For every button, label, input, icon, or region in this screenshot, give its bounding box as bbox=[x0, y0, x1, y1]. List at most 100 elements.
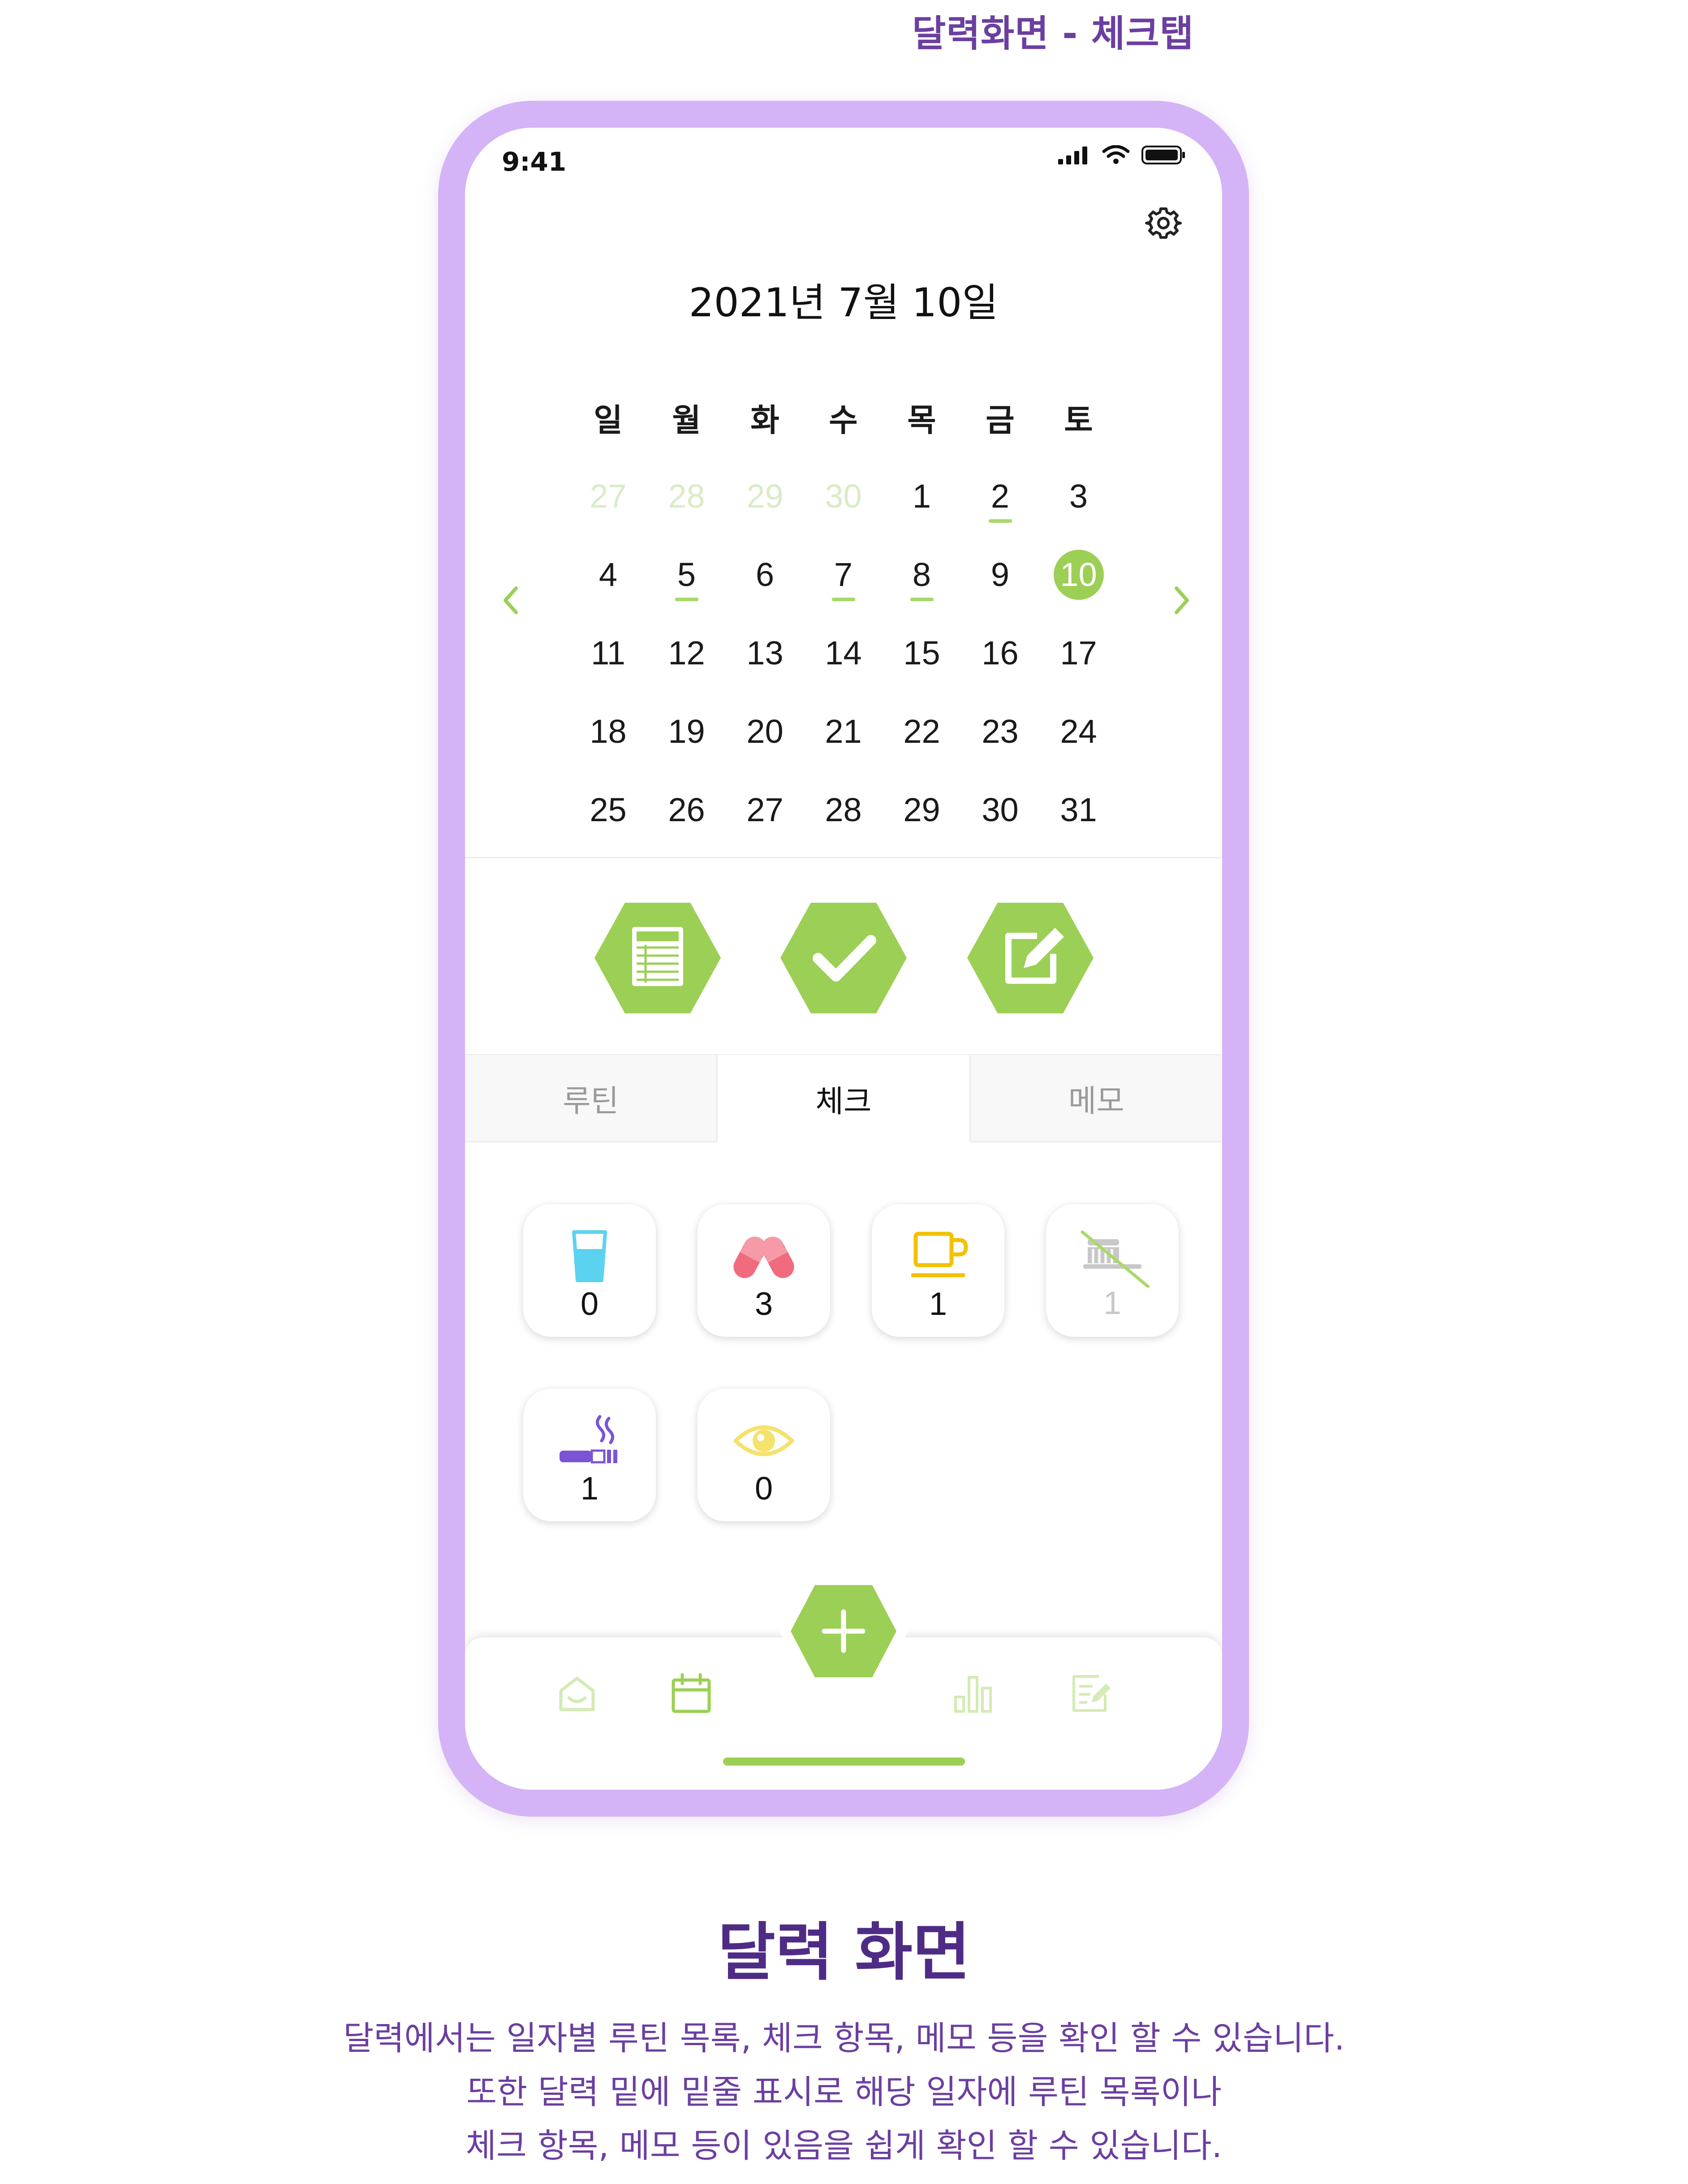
check-item-cigarette[interactable]: 1 bbox=[523, 1389, 656, 1521]
calendar-day-number: 20 bbox=[746, 713, 784, 750]
caption-line: 달력에서는 일자별 루틴 목록, 체크 항목, 메모 등을 확인 할 수 있습니… bbox=[343, 2019, 1345, 2058]
settings-gear-icon[interactable] bbox=[1144, 204, 1183, 242]
tab-bar: 루틴 체크 메모 bbox=[465, 1055, 1222, 1142]
calendar-day-number: 21 bbox=[825, 713, 862, 750]
calendar-day[interactable]: 13 bbox=[726, 614, 804, 692]
calendar-day[interactable]: 2 bbox=[961, 457, 1039, 535]
water-glass-icon bbox=[572, 1230, 607, 1282]
prev-month-chevron-icon[interactable] bbox=[497, 580, 524, 620]
calendar-day-number: 30 bbox=[982, 791, 1019, 828]
phone-frame: 9:41 2021년 7월 10일 일 월 화 수 목 금 토 27 28 29… bbox=[438, 101, 1249, 1817]
calendar-day[interactable]: 28 bbox=[804, 771, 883, 849]
check-item-pills[interactable]: 3 bbox=[698, 1204, 830, 1337]
calendar-day-number: 19 bbox=[668, 713, 705, 750]
calendar-day[interactable]: 8 bbox=[883, 535, 961, 614]
calendar-day[interactable]: 4 bbox=[569, 535, 647, 614]
next-month-chevron-icon[interactable] bbox=[1168, 580, 1195, 620]
calendar-day[interactable]: 30 bbox=[804, 457, 883, 535]
calendar-day[interactable]: 11 bbox=[569, 614, 647, 692]
calendar-day[interactable]: 17 bbox=[1039, 614, 1118, 692]
calendar-day-marker bbox=[675, 598, 698, 601]
check-item-count: 1 bbox=[1103, 1285, 1122, 1321]
calendar-grid: 일 월 화 수 목 금 토 27 28 29 30 1 2 3 4 5 6 7 8 9 10 11 12 13 14 15 16 17… bbox=[569, 379, 1118, 849]
weekday-label: 금 bbox=[986, 402, 1015, 439]
caption-text: 달력에서는 일자별 루틴 목록, 체크 항목, 메모 등을 확인 할 수 있습니… bbox=[0, 2012, 1688, 2173]
weekday-label: 토 bbox=[1064, 402, 1093, 439]
calendar-day-selected[interactable]: 10 bbox=[1039, 535, 1118, 614]
calendar-day-number: 25 bbox=[590, 791, 627, 828]
toothbrush-icon bbox=[1081, 1230, 1150, 1288]
tab-routine[interactable]: 루틴 bbox=[465, 1055, 717, 1142]
calendar-day-number: 11 bbox=[591, 634, 625, 672]
calendar-day-number: 8 bbox=[912, 556, 931, 593]
calendar-day[interactable]: 27 bbox=[569, 457, 647, 535]
calendar-day[interactable]: 31 bbox=[1039, 771, 1118, 849]
calendar-day[interactable]: 29 bbox=[883, 771, 961, 849]
calendar-day-number: 22 bbox=[903, 713, 940, 750]
statistics-nav-icon[interactable] bbox=[951, 1671, 996, 1716]
calendar-day[interactable]: 14 bbox=[804, 614, 883, 692]
calendar-day-number: 28 bbox=[825, 791, 862, 828]
calendar-day[interactable]: 30 bbox=[961, 771, 1039, 849]
calendar-day[interactable]: 12 bbox=[647, 614, 726, 692]
routine-list-button[interactable] bbox=[593, 901, 723, 1015]
calendar-day[interactable]: 29 bbox=[726, 457, 804, 535]
check-item-count: 1 bbox=[580, 1471, 599, 1507]
calendar-day-number: 12 bbox=[668, 634, 705, 672]
calendar-day[interactable]: 9 bbox=[961, 535, 1039, 614]
calendar-day-number: 3 bbox=[1069, 478, 1088, 515]
calendar-day-number: 27 bbox=[590, 478, 627, 515]
calendar-day[interactable]: 5 bbox=[647, 535, 726, 614]
calendar-day-number: 29 bbox=[903, 791, 940, 828]
calendar-day[interactable]: 3 bbox=[1039, 457, 1118, 535]
calendar-day[interactable]: 20 bbox=[726, 692, 804, 771]
status-time: 9:41 bbox=[502, 146, 567, 177]
calendar-day[interactable]: 21 bbox=[804, 692, 883, 771]
home-nav-icon[interactable] bbox=[555, 1671, 599, 1716]
calendar-day-number: 5 bbox=[677, 556, 696, 593]
check-item-count: 0 bbox=[580, 1286, 599, 1322]
check-item-count: 0 bbox=[754, 1471, 773, 1507]
calendar-day-number: 6 bbox=[755, 556, 775, 593]
calendar-day[interactable]: 24 bbox=[1039, 692, 1118, 771]
tab-check[interactable]: 체크 bbox=[716, 1055, 971, 1142]
calendar-day[interactable]: 6 bbox=[726, 535, 804, 614]
calendar-day[interactable]: 1 bbox=[883, 457, 961, 535]
notes-nav-icon[interactable] bbox=[1068, 1671, 1112, 1716]
calendar-day[interactable]: 19 bbox=[647, 692, 726, 771]
calendar-day-number: 28 bbox=[668, 478, 705, 515]
calendar-day-number: 30 bbox=[825, 478, 862, 515]
check-item-toothbrush[interactable]: 1 bbox=[1046, 1204, 1179, 1337]
signal-icon bbox=[1058, 146, 1087, 164]
memo-edit-button[interactable] bbox=[965, 901, 1095, 1015]
calendar-day[interactable]: 16 bbox=[961, 614, 1039, 692]
calendar-day[interactable]: 7 bbox=[804, 535, 883, 614]
cigarette-icon bbox=[560, 1415, 617, 1464]
calendar-week-row: 18 19 20 21 22 23 24 bbox=[569, 692, 1118, 771]
check-button[interactable] bbox=[779, 901, 909, 1015]
calendar-day[interactable]: 15 bbox=[883, 614, 961, 692]
home-indicator bbox=[723, 1758, 965, 1766]
calendar-day[interactable]: 22 bbox=[883, 692, 961, 771]
calendar-day-number: 17 bbox=[1060, 634, 1097, 672]
add-button[interactable] bbox=[777, 1572, 910, 1690]
calendar-week-row: 11 12 13 14 15 16 17 bbox=[569, 614, 1118, 692]
check-item-coffee[interactable]: 1 bbox=[872, 1204, 1004, 1337]
tab-memo[interactable]: 메모 bbox=[970, 1055, 1222, 1142]
calendar-day-number: 4 bbox=[599, 556, 618, 593]
calendar-nav-icon[interactable] bbox=[669, 1671, 714, 1716]
calendar-day-number: 13 bbox=[746, 634, 784, 672]
calendar-day-number: 10 bbox=[1053, 549, 1104, 600]
calendar-day[interactable]: 27 bbox=[726, 771, 804, 849]
calendar-day[interactable]: 23 bbox=[961, 692, 1039, 771]
check-item-eye[interactable]: 0 bbox=[698, 1389, 830, 1521]
calendar-day[interactable]: 28 bbox=[647, 457, 726, 535]
eye-icon bbox=[733, 1425, 794, 1456]
calendar-day[interactable]: 18 bbox=[569, 692, 647, 771]
weekday-header-row: 일월화수목금토 bbox=[569, 379, 1118, 457]
calendar-day[interactable]: 26 bbox=[647, 771, 726, 849]
check-item-water[interactable]: 0 bbox=[523, 1204, 656, 1337]
weekday-label: 수 bbox=[829, 402, 858, 439]
calendar-day[interactable]: 25 bbox=[569, 771, 647, 849]
calendar-day-marker bbox=[988, 519, 1012, 523]
